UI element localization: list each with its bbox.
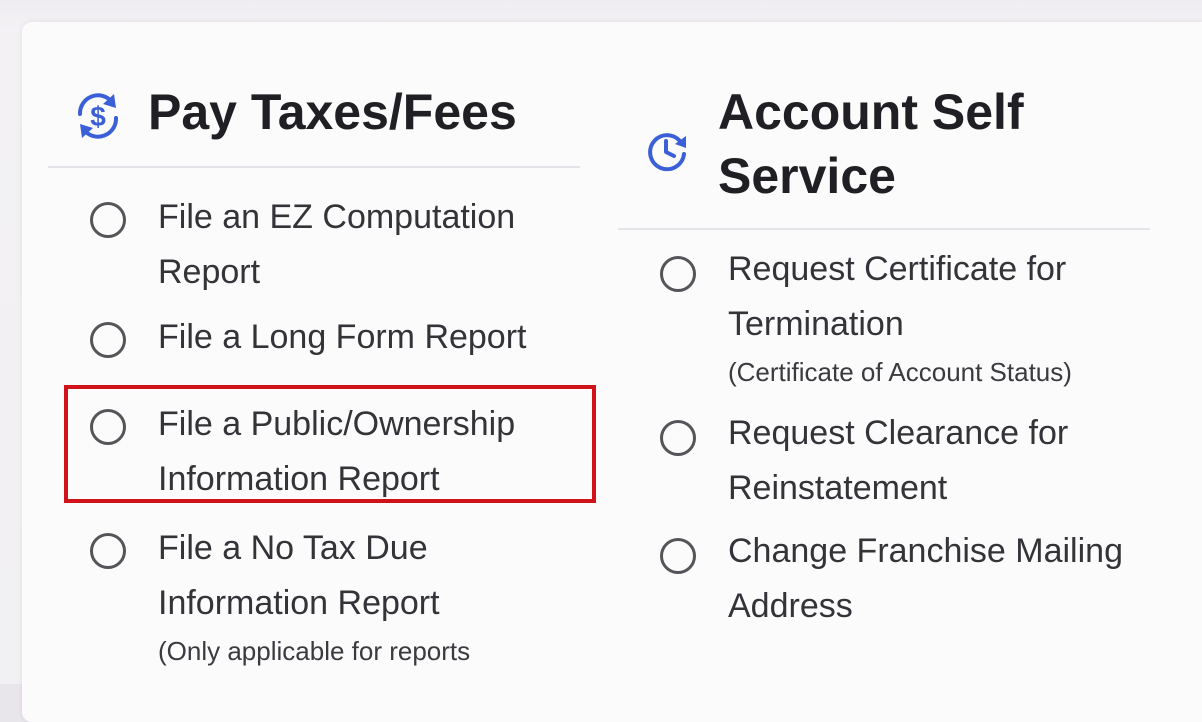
account-heading: Account Self Service bbox=[618, 80, 1153, 216]
option-label-line2: Termination bbox=[728, 305, 904, 343]
option-label-line1: Request Clearance for bbox=[728, 414, 1069, 452]
account-title-line1: Account Self bbox=[718, 84, 1024, 140]
radio-long-form[interactable] bbox=[90, 322, 126, 358]
option-change-mailing-address[interactable]: Change Franchise Mailing Address bbox=[618, 524, 1153, 634]
pay-taxes-divider bbox=[48, 166, 580, 168]
radio-ez-computation[interactable] bbox=[90, 202, 126, 238]
option-note: (Certificate of Account Status) bbox=[728, 357, 1072, 387]
option-label-line2: Information Report bbox=[158, 460, 440, 498]
account-self-service-section: Account Self Service Request Certificate… bbox=[618, 80, 1153, 634]
radio-certificate-termination[interactable] bbox=[660, 256, 696, 292]
option-label-line2: Address bbox=[728, 587, 853, 625]
option-certificate-termination[interactable]: Request Certificate for Termination (Cer… bbox=[618, 242, 1153, 392]
option-ez-computation[interactable]: File an EZ Computation Report bbox=[48, 190, 583, 300]
option-public-ownership[interactable]: File a Public/Ownership Information Repo… bbox=[48, 397, 583, 507]
option-label-line1: Request Certificate for bbox=[728, 250, 1067, 288]
option-note: (Only applicable for reports bbox=[158, 636, 471, 666]
option-long-form[interactable]: File a Long Form Report bbox=[48, 310, 583, 365]
account-title-line2: Service bbox=[718, 148, 896, 204]
option-label-line1: File an EZ Computation bbox=[158, 198, 516, 236]
option-label-line2: Reinstatement bbox=[728, 469, 948, 507]
option-label-line1: File a Long Form Report bbox=[158, 318, 527, 356]
pay-taxes-section: $ Pay Taxes/Fees File an EZ Computation … bbox=[48, 80, 583, 677]
radio-public-ownership[interactable] bbox=[90, 409, 126, 445]
option-label-line1: File a Public/Ownership bbox=[158, 405, 516, 443]
clock-refresh-icon bbox=[648, 133, 686, 172]
radio-clearance-reinstatement[interactable] bbox=[660, 420, 696, 456]
option-label-line2: Information Report bbox=[158, 584, 440, 622]
svg-text:$: $ bbox=[90, 101, 106, 132]
dollar-refresh-icon: $ bbox=[77, 93, 119, 139]
account-divider bbox=[618, 228, 1150, 230]
radio-no-tax-due[interactable] bbox=[90, 533, 126, 569]
option-label-line1: Change Franchise Mailing bbox=[728, 532, 1123, 570]
option-label-line1: File a No Tax Due bbox=[158, 529, 428, 567]
radio-change-mailing-address[interactable] bbox=[660, 538, 696, 574]
option-clearance-reinstatement[interactable]: Request Clearance for Reinstatement bbox=[618, 406, 1153, 516]
pay-taxes-heading: $ Pay Taxes/Fees bbox=[48, 80, 583, 152]
option-no-tax-due[interactable]: File a No Tax Due Information Report (On… bbox=[48, 521, 583, 671]
option-label-line2: Report bbox=[158, 253, 261, 291]
pay-taxes-title: Pay Taxes/Fees bbox=[148, 84, 517, 140]
